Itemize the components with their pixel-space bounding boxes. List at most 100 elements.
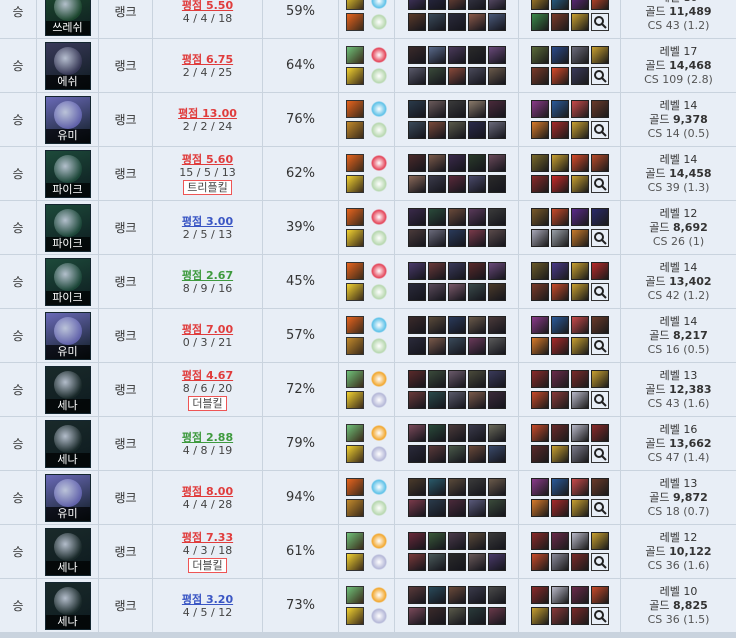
champion-portrait[interactable]: 파이크: [44, 149, 91, 198]
team-champion-icon[interactable]: [427, 154, 446, 172]
team-champion-icon[interactable]: [407, 46, 426, 64]
item-icon[interactable]: [550, 46, 569, 64]
item-icon[interactable]: [570, 424, 589, 442]
item-icon[interactable]: [530, 229, 549, 247]
team-champion-icon[interactable]: [467, 391, 486, 409]
team-champion-icon[interactable]: [407, 370, 426, 388]
team-champion-icon[interactable]: [427, 67, 446, 85]
team-champion-icon[interactable]: [407, 607, 426, 625]
item-icon[interactable]: [590, 100, 609, 118]
match-row[interactable]: 승 유미 랭크 평점 7.00 0 / 3 / 21 57% 레벨 14 골드 8,217 CS…: [0, 309, 736, 363]
item-icon[interactable]: [530, 445, 549, 463]
ward-icon[interactable]: [590, 607, 609, 625]
ward-icon[interactable]: [590, 499, 609, 517]
team-champion-icon[interactable]: [407, 478, 426, 496]
item-icon[interactable]: [550, 499, 569, 517]
item-icon[interactable]: [530, 121, 549, 139]
team-champion-icon[interactable]: [487, 499, 506, 517]
team-champion-icon[interactable]: [467, 607, 486, 625]
team-champion-icon[interactable]: [447, 316, 466, 334]
team-champion-icon[interactable]: [407, 337, 426, 355]
match-row[interactable]: 승 에쉬 랭크 평점 6.75 2 / 4 / 25 64% 레벨 17 골드 14,468 C…: [0, 39, 736, 93]
item-icon[interactable]: [530, 283, 549, 301]
team-champion-icon[interactable]: [407, 553, 426, 571]
item-icon[interactable]: [530, 337, 549, 355]
rune-icon[interactable]: [370, 0, 387, 9]
item-icon[interactable]: [590, 316, 609, 334]
team-champion-icon[interactable]: [447, 121, 466, 139]
match-row[interactable]: 승 유미 랭크 평점 8.00 4 / 4 / 28 94% 레벨 13 골드 9,872 CS…: [0, 471, 736, 525]
ward-icon[interactable]: [590, 553, 609, 571]
team-champion-icon[interactable]: [427, 445, 446, 463]
team-champion-icon[interactable]: [467, 175, 486, 193]
rune-icon[interactable]: [370, 47, 387, 63]
champion-portrait[interactable]: 세나: [44, 419, 91, 468]
champion-portrait[interactable]: 유미: [44, 95, 91, 144]
item-icon[interactable]: [570, 370, 589, 388]
team-champion-icon[interactable]: [467, 262, 486, 280]
team-champion-icon[interactable]: [427, 553, 446, 571]
team-champion-icon[interactable]: [467, 13, 486, 31]
team-champion-icon[interactable]: [407, 13, 426, 31]
item-icon[interactable]: [590, 208, 609, 226]
team-champion-icon[interactable]: [447, 67, 466, 85]
team-champion-icon[interactable]: [447, 154, 466, 172]
team-champion-icon[interactable]: [487, 46, 506, 64]
rune-icon[interactable]: [370, 230, 387, 246]
rune-icon[interactable]: [370, 284, 387, 300]
item-icon[interactable]: [530, 553, 549, 571]
team-champion-icon[interactable]: [407, 424, 426, 442]
item-icon[interactable]: [550, 532, 569, 550]
summoner-spell-icon[interactable]: [345, 100, 364, 118]
team-champion-icon[interactable]: [467, 46, 486, 64]
champion-portrait[interactable]: 파이크: [44, 257, 91, 306]
item-icon[interactable]: [570, 445, 589, 463]
item-icon[interactable]: [550, 13, 569, 31]
team-champion-icon[interactable]: [427, 370, 446, 388]
team-champion-icon[interactable]: [447, 607, 466, 625]
rune-icon[interactable]: [370, 425, 387, 441]
team-champion-icon[interactable]: [467, 100, 486, 118]
team-champion-icon[interactable]: [407, 316, 426, 334]
item-icon[interactable]: [530, 262, 549, 280]
team-champion-icon[interactable]: [487, 445, 506, 463]
item-icon[interactable]: [590, 424, 609, 442]
summoner-spell-icon[interactable]: [345, 586, 364, 604]
team-champion-icon[interactable]: [447, 370, 466, 388]
champion-portrait[interactable]: 파이크: [44, 203, 91, 252]
summoner-spell-icon[interactable]: [345, 13, 364, 31]
champion-portrait[interactable]: 유미: [44, 311, 91, 360]
team-champion-icon[interactable]: [467, 208, 486, 226]
match-row[interactable]: 승 파이크 랭크 평점 5.60 15 / 5 / 13 트리플킬 62% 레벨 14 골드 1…: [0, 147, 736, 201]
item-icon[interactable]: [590, 532, 609, 550]
item-icon[interactable]: [550, 316, 569, 334]
ward-icon[interactable]: [590, 229, 609, 247]
rune-icon[interactable]: [370, 554, 387, 570]
rune-icon[interactable]: [370, 209, 387, 225]
item-icon[interactable]: [570, 67, 589, 85]
ward-icon[interactable]: [590, 13, 609, 31]
team-champion-icon[interactable]: [427, 100, 446, 118]
team-champion-icon[interactable]: [487, 553, 506, 571]
item-icon[interactable]: [530, 46, 549, 64]
team-champion-icon[interactable]: [447, 208, 466, 226]
team-champion-icon[interactable]: [447, 586, 466, 604]
item-icon[interactable]: [590, 154, 609, 172]
summoner-spell-icon[interactable]: [345, 175, 364, 193]
item-icon[interactable]: [550, 478, 569, 496]
item-icon[interactable]: [590, 46, 609, 64]
item-icon[interactable]: [530, 316, 549, 334]
item-icon[interactable]: [530, 208, 549, 226]
team-champion-icon[interactable]: [447, 337, 466, 355]
item-icon[interactable]: [550, 208, 569, 226]
item-icon[interactable]: [530, 499, 549, 517]
team-champion-icon[interactable]: [407, 100, 426, 118]
summoner-spell-icon[interactable]: [345, 46, 364, 64]
team-champion-icon[interactable]: [427, 46, 446, 64]
team-champion-icon[interactable]: [407, 445, 426, 463]
team-champion-icon[interactable]: [487, 67, 506, 85]
team-champion-icon[interactable]: [447, 478, 466, 496]
rune-icon[interactable]: [370, 317, 387, 333]
team-champion-icon[interactable]: [467, 316, 486, 334]
match-row[interactable]: 승 파이크 랭크 평점 2.67 8 / 9 / 16 45% 레벨 14 골드 13,402…: [0, 255, 736, 309]
